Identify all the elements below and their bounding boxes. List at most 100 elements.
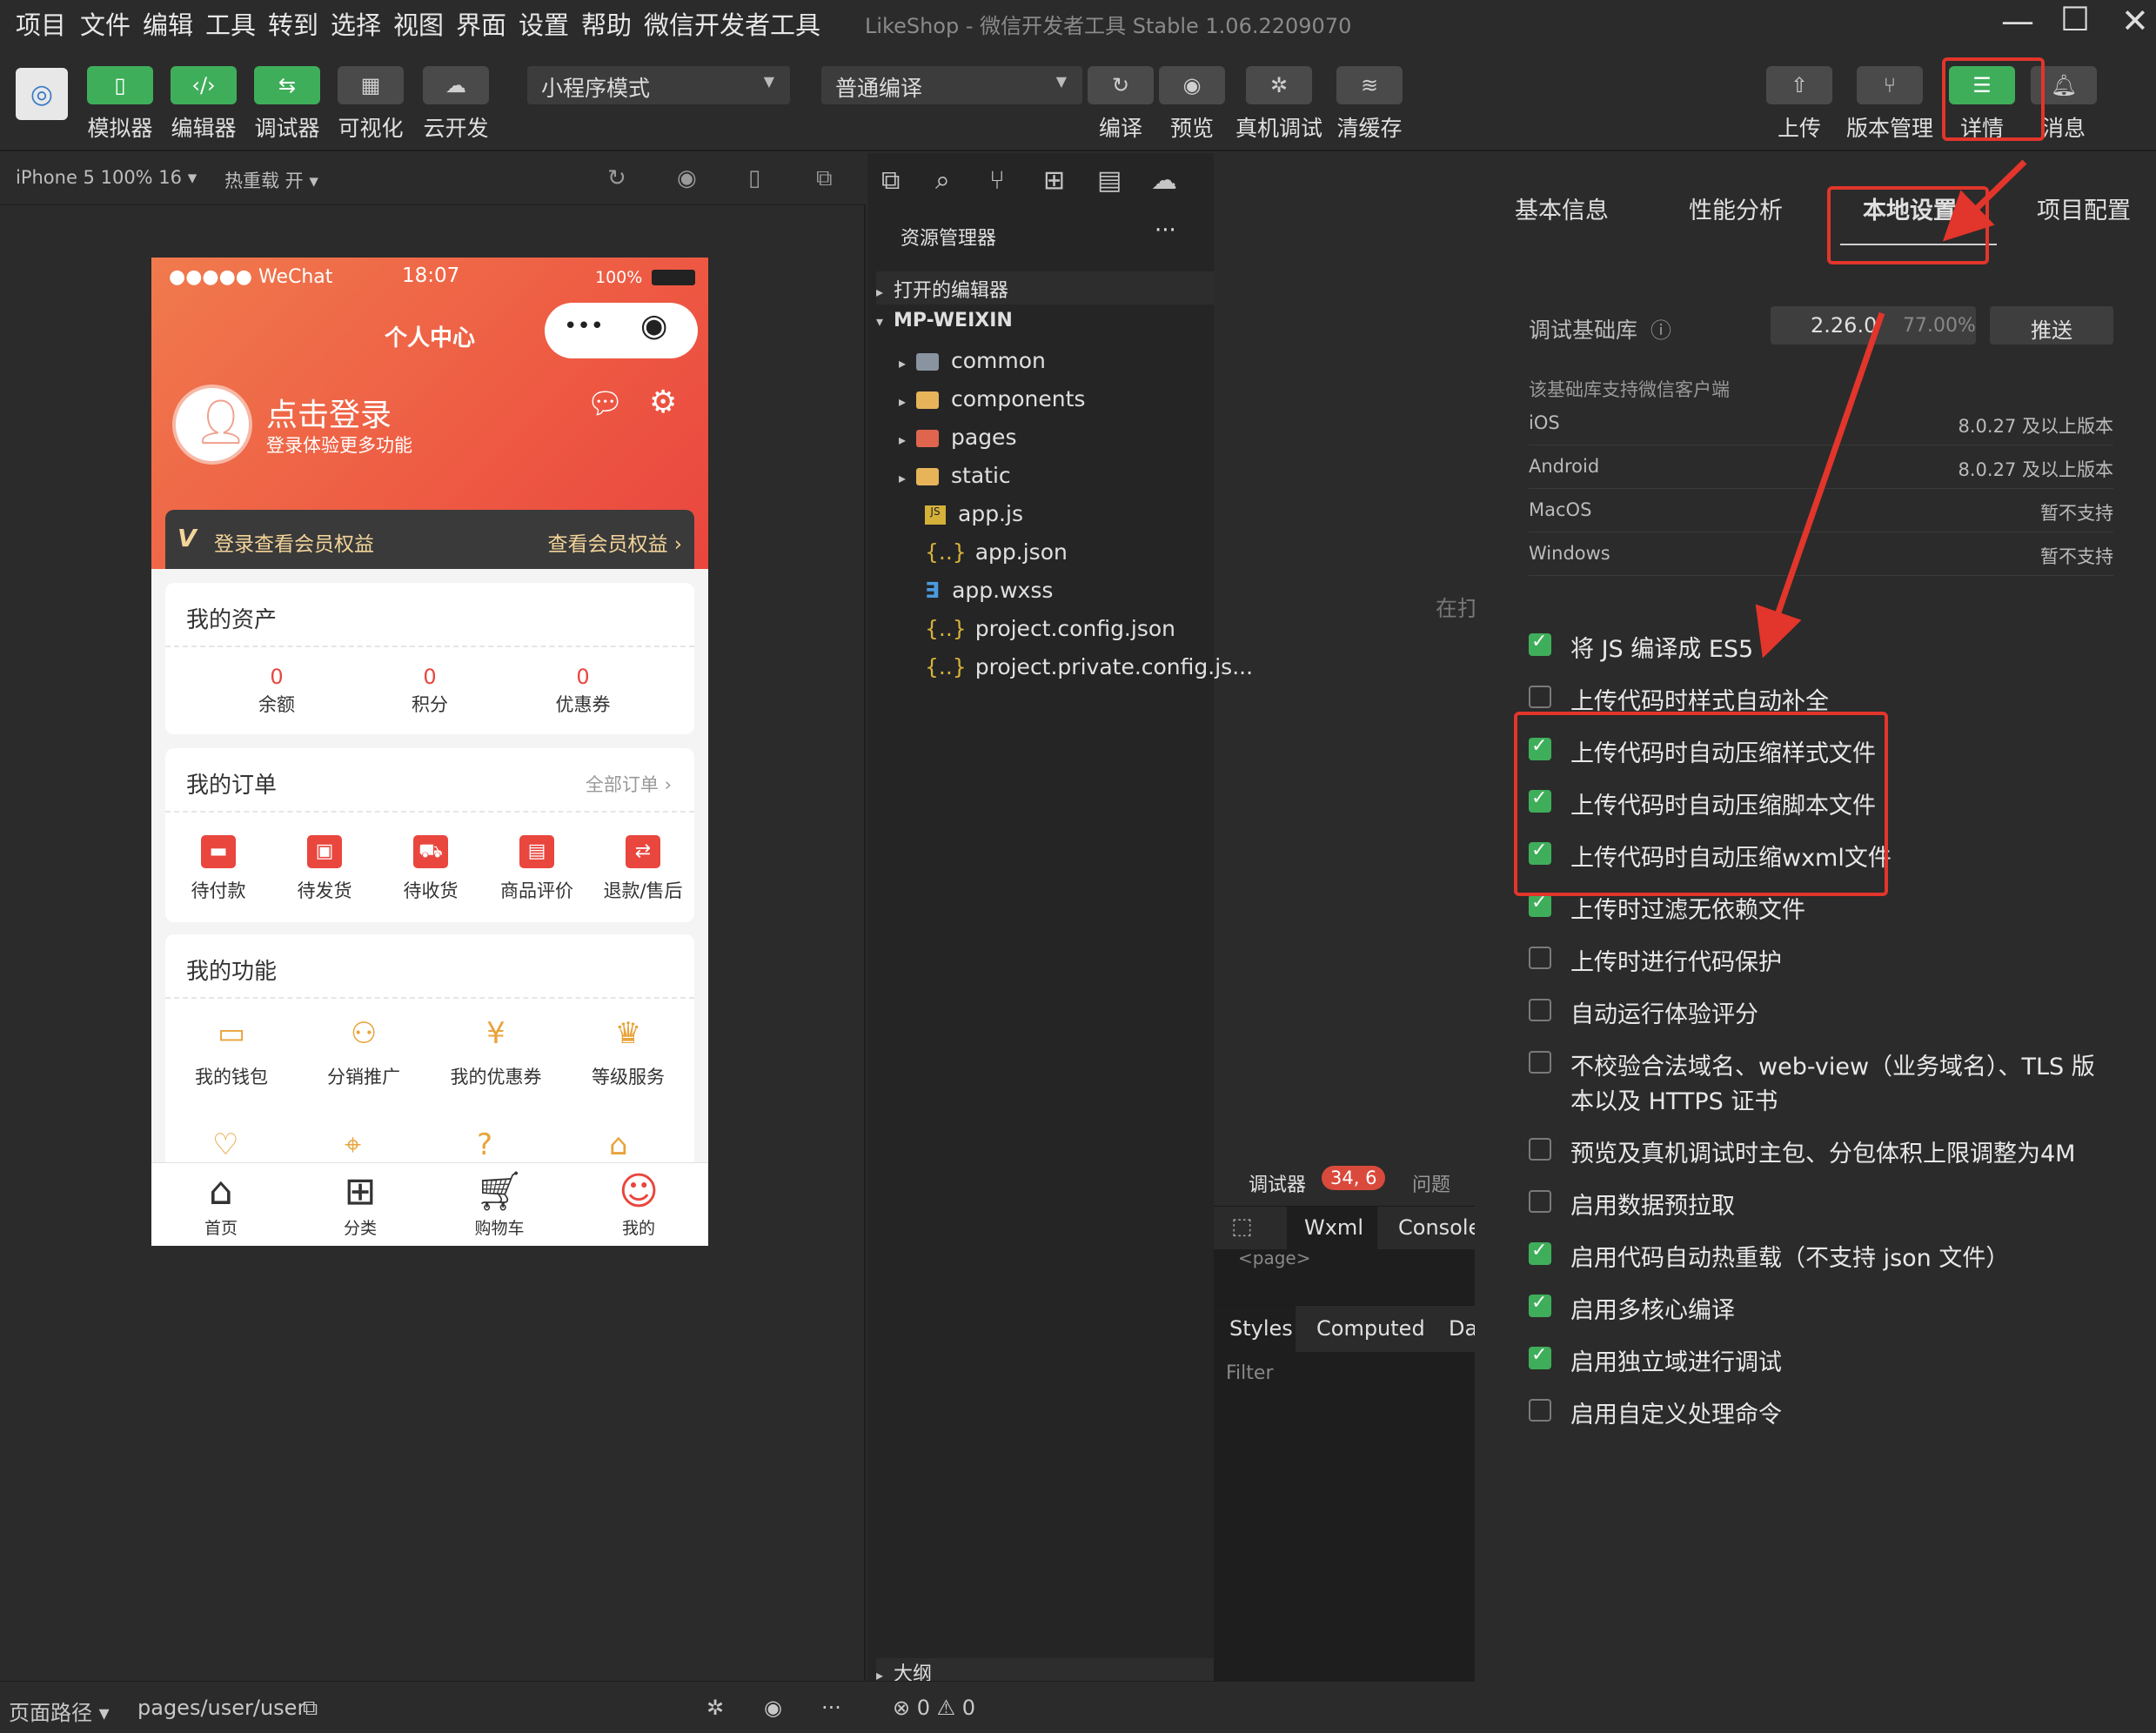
close-miniapp-icon[interactable]: ◉	[640, 308, 667, 344]
phone-icon[interactable]: ▯	[748, 165, 760, 191]
coupons-value[interactable]: 0	[513, 665, 653, 689]
checkbox[interactable]	[1529, 892, 1551, 917]
more-icon[interactable]: •••	[564, 313, 604, 339]
message-icon[interactable]: 💬︎	[586, 386, 624, 421]
menu-goto[interactable]: 转到	[268, 5, 318, 42]
menu-edit[interactable]: 编辑	[143, 5, 193, 42]
upload-button[interactable]: ⇧	[1766, 66, 1832, 104]
menu-select[interactable]: 选择	[331, 5, 381, 42]
git-icon[interactable]: ⑂	[989, 165, 1005, 196]
checkbox[interactable]	[1529, 1051, 1551, 1074]
compile-select[interactable]: 普通编译 ▼	[821, 66, 1082, 104]
inspect-icon[interactable]: ⬚	[1231, 1214, 1253, 1240]
menu-file[interactable]: 文件	[80, 5, 131, 42]
tab-category[interactable]: ⊞ 分类	[291, 1168, 430, 1239]
order-refund[interactable]: ⇄ 退款/售后	[590, 835, 696, 903]
menu-settings[interactable]: 设置	[519, 5, 569, 42]
help-icon[interactable]: ⓘ	[1650, 313, 1671, 344]
checkbox[interactable]	[1529, 1292, 1551, 1317]
record-icon[interactable]: ◉	[677, 165, 697, 191]
order-pending-payment[interactable]: ▬ 待付款	[165, 835, 271, 903]
vip-banner[interactable]: V 登录查看会员权益 查看会员权益 ›	[165, 510, 694, 569]
vip-right-link[interactable]: 查看会员权益 ›	[547, 527, 682, 557]
checkbox[interactable]	[1529, 1240, 1551, 1265]
tab-computed[interactable]: Computed	[1316, 1316, 1425, 1341]
close-icon[interactable]: ✕	[2121, 2, 2149, 40]
device-select[interactable]: iPhone 5 100% 16 ▾	[16, 167, 197, 188]
settings-icon[interactable]: ⚙	[649, 385, 677, 420]
tab-styles[interactable]: Styles	[1229, 1316, 1293, 1341]
feature-vip[interactable]: ♛ 等级服务	[562, 1016, 694, 1089]
menu-interface[interactable]: 界面	[456, 5, 506, 42]
all-orders-link[interactable]: 全部订单 ›	[586, 771, 672, 797]
editor-toggle-button[interactable]: ‹/›	[171, 66, 237, 104]
minimize-icon[interactable]: —	[2001, 2, 2034, 40]
checkbox[interactable]	[1529, 631, 1551, 656]
tab-dataset[interactable]: Da	[1449, 1316, 1477, 1341]
files-icon[interactable]: ⧉	[881, 165, 900, 196]
rotate-icon[interactable]: ↻	[607, 165, 626, 191]
tab-cart[interactable]: 🛒︎ 购物车	[430, 1168, 569, 1239]
shop-icon[interactable]: ⌂	[609, 1127, 647, 1162]
styles-filter-input[interactable]: Filter	[1226, 1362, 1273, 1384]
checkbox[interactable]	[1529, 1190, 1551, 1213]
capsule-button[interactable]: ••• ◉	[545, 303, 698, 358]
feature-coupons[interactable]: ¥ 我的优惠券	[430, 1016, 562, 1089]
avatar[interactable]: 👤︎	[172, 385, 252, 465]
tree-item-app-json[interactable]: {..} app.json	[925, 539, 1068, 565]
order-review[interactable]: ▤ 商品评价	[484, 835, 590, 903]
maximize-icon[interactable]: ☐	[2060, 0, 2090, 38]
bug-icon[interactable]: ✲	[706, 1696, 724, 1720]
tree-item-common[interactable]: ▸ common	[899, 348, 1046, 373]
docker-icon[interactable]: ☁	[1151, 165, 1177, 196]
clear-cache-button[interactable]: ≋	[1336, 66, 1403, 104]
page-path-select[interactable]: 页面路径 ▾	[9, 1696, 110, 1726]
menu-help[interactable]: 帮助	[581, 5, 632, 42]
checkbox[interactable]	[1529, 947, 1551, 969]
simulator-toggle-button[interactable]: ▯	[87, 66, 153, 104]
eye-icon[interactable]: ◉	[764, 1696, 782, 1720]
tab-wxml[interactable]: Wxml	[1304, 1215, 1363, 1240]
database-icon[interactable]: ▤	[1097, 165, 1122, 196]
version-button[interactable]: ⑂	[1857, 66, 1923, 104]
order-pending-ship[interactable]: ▣ 待发货	[271, 835, 378, 903]
device-debug-button[interactable]: ✲	[1246, 66, 1312, 104]
more-icon[interactable]: ···	[821, 1696, 841, 1720]
tree-item-app-wxss[interactable]: ∃ app.wxss	[925, 578, 1053, 603]
location-icon[interactable]: ⌖	[345, 1127, 383, 1162]
debugger-toggle-button[interactable]: ⇆	[254, 66, 320, 104]
window-icon[interactable]: ⧉	[816, 165, 833, 192]
project-root[interactable]: ▾ MP-WEIXIN	[876, 310, 1013, 331]
compile-button[interactable]: ↻	[1088, 66, 1154, 104]
tab-debugger[interactable]: 调试器	[1249, 1169, 1306, 1197]
checkbox[interactable]	[1529, 1138, 1551, 1161]
cloud-button[interactable]: ☁	[423, 66, 489, 104]
more-icon[interactable]: ···	[1155, 217, 1176, 244]
menu-view[interactable]: 视图	[393, 5, 444, 42]
tab-console[interactable]: Console	[1398, 1215, 1481, 1240]
app-logo-icon[interactable]: ◎	[16, 68, 68, 120]
tree-item-static[interactable]: ▸ static	[899, 463, 1011, 488]
menu-devtools[interactable]: 微信开发者工具	[644, 5, 820, 42]
wxml-page-node[interactable]: <page>	[1238, 1248, 1310, 1268]
mode-select[interactable]: 小程序模式 ▼	[527, 66, 790, 104]
feature-distribution[interactable]: ⚇ 分销推广	[298, 1016, 430, 1089]
tree-item-pages[interactable]: ▸ pages	[899, 425, 1016, 450]
order-pending-receive[interactable]: ⛟ 待收货	[378, 835, 484, 903]
open-editors-section[interactable]: ▸ 打开的编辑器	[876, 271, 1214, 304]
phone-simulator[interactable]: ●●●●● WeChat 18:07 100% 个人中心 ••• ◉ 👤︎ 点击…	[151, 258, 708, 1246]
points-value[interactable]: 0	[360, 665, 499, 689]
visual-button[interactable]: ▦	[338, 66, 404, 104]
balance-value[interactable]: 0	[207, 665, 346, 689]
help-icon[interactable]: ?	[477, 1127, 515, 1162]
heart-icon[interactable]: ♡	[212, 1127, 251, 1162]
checkbox[interactable]	[1529, 1344, 1551, 1369]
tree-item-app-js[interactable]: JS app.js	[925, 501, 1023, 526]
tree-item-project-private-config[interactable]: {..} project.private.config.js...	[925, 654, 1253, 679]
tab-basic-info[interactable]: 基本信息	[1515, 191, 1609, 225]
menu-tools[interactable]: 工具	[205, 5, 256, 42]
menu-project[interactable]: 项目	[16, 5, 66, 42]
search-icon[interactable]: ⌕	[935, 165, 950, 196]
login-title[interactable]: 点击登录	[266, 390, 392, 435]
hot-reload-select[interactable]: 热重载 开 ▾	[224, 167, 318, 193]
